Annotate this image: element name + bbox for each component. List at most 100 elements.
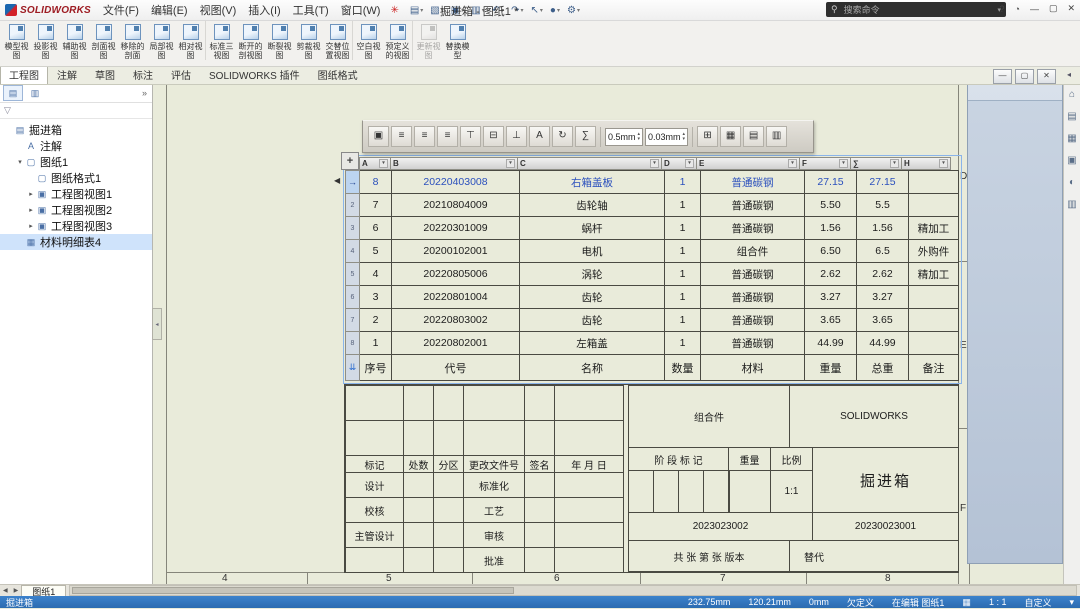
filter-funnel-icon[interactable]: ▽ [4,105,11,116]
align-right-icon[interactable]: ≡ [437,126,458,147]
cell-item-no[interactable]: 7 [360,194,392,217]
ribbon-button[interactable]: 相对视图 [176,20,206,60]
spinner-down-icon[interactable]: ▾ [638,137,641,142]
ribbon-button[interactable]: 标准三视图 [207,20,236,60]
doc-minimize-icon[interactable]: — [993,69,1012,84]
table-move-handle[interactable]: + [341,152,359,170]
ribbon-button[interactable]: 断开的剖视图 [236,20,265,60]
cell-material[interactable]: 普通碳钢 [701,194,805,217]
cell-material[interactable]: 普通碳钢 [701,217,805,240]
new-file-icon[interactable]: ▤▾ [407,5,426,16]
options-gear-icon[interactable]: ⚙▾ [564,5,583,16]
column-header[interactable]: E ▾ [696,157,800,170]
select-arrow-icon[interactable]: ↖▾ [528,5,546,16]
scrollbar-thumb[interactable] [72,587,514,594]
cell-item-no[interactable]: 4 [360,263,392,286]
ribbon-button[interactable]: 预定义的视图 [383,20,413,60]
cell-weight[interactable]: 3.65 [805,309,857,332]
column-header[interactable]: D ▾ [661,157,697,170]
cell-material[interactable]: 普通碳钢 [701,286,805,309]
tree-item[interactable]: ▢ 图纸格式1 [0,170,152,186]
row-number-cell[interactable]: 5 [346,263,360,286]
tree-item[interactable]: ▸ ▣ 工程图视图2 [0,202,152,218]
cell-total-weight[interactable]: 1.56 [857,217,909,240]
table-anchor-icon[interactable]: ▣ [368,126,389,147]
horizontal-scrollbar[interactable] [69,585,1077,596]
row-number-cell[interactable]: 2 [346,194,360,217]
cell-total-weight[interactable]: 27.15 [857,171,909,194]
cell-part-name[interactable]: 名称 [520,355,665,381]
doc-restore-icon[interactable]: ▢ [1015,69,1034,84]
cell-part-name[interactable]: 涡轮 [520,263,665,286]
ribbon-button[interactable]: 更新视图 [414,20,443,60]
command-tab[interactable]: 注解 [48,64,86,84]
command-tab[interactable]: 草图 [86,64,124,84]
table-row[interactable]: 8 1 20220802001 左箱盖 1 普通碳钢 44.99 44.99 [346,332,959,355]
table-row[interactable]: 5 4 20220805006 涡轮 1 普通碳钢 2.62 2.62 精加工 [346,263,959,286]
view-palette-icon[interactable]: ▣ [1067,155,1076,166]
cell-part-name[interactable]: 齿轮轴 [520,194,665,217]
menu-item[interactable]: 工具(T) [287,2,335,18]
command-tab[interactable]: 标注 [124,64,162,84]
column-header[interactable]: A ▾ [359,157,391,170]
ribbon-button[interactable]: 剖面视图 [89,20,118,60]
row-number-cell[interactable]: 7 [346,309,360,332]
cell-item-no[interactable]: 序号 [360,355,392,381]
cell-total-weight[interactable]: 总重 [857,355,909,381]
chevron-down-icon[interactable]: ▾ [1069,597,1074,608]
cell-weight[interactable]: 2.62 [805,263,857,286]
rotate-text-icon[interactable]: ↻ [552,126,573,147]
cell-total-weight[interactable]: 6.5 [857,240,909,263]
cell-weight[interactable]: 6.50 [805,240,857,263]
table-row[interactable]: 2 7 20210804009 齿轮轴 1 普通碳钢 5.50 5.5 [346,194,959,217]
cell-item-no[interactable]: 6 [360,217,392,240]
taskpane-collapse-icon[interactable]: ◂ [1067,70,1071,79]
ribbon-button[interactable]: 空白视图 [354,20,383,60]
status-units[interactable]: 自定义 [1024,596,1051,609]
menu-item[interactable]: 插入(I) [242,2,286,18]
cell-note[interactable] [909,332,959,355]
cell-qty[interactable]: 1 [665,240,701,263]
cell-material[interactable]: 组合件 [701,240,805,263]
cell-total-weight[interactable]: 2.62 [857,263,909,286]
row-number-cell[interactable]: 4 [346,240,360,263]
cell-part-code[interactable]: 20220805006 [392,263,520,286]
cell-part-code[interactable]: 20210804009 [392,194,520,217]
cell-note[interactable]: 外购件 [909,240,959,263]
cell-qty[interactable]: 1 [665,171,701,194]
panel-splitter-collapse[interactable]: ◂ [152,308,162,340]
cell-note[interactable] [909,309,959,332]
row-number-cell[interactable]: 3 [346,217,360,240]
column-filter-icon[interactable]: ▾ [890,159,899,168]
file-explorer-icon[interactable]: ▦ [1067,133,1076,144]
cell-part-name[interactable]: 电机 [520,240,665,263]
cell-weight[interactable]: 重量 [805,355,857,381]
cell-material[interactable]: 普通碳钢 [701,171,805,194]
cell-part-code[interactable]: 20220801004 [392,286,520,309]
cell-total-weight[interactable]: 3.65 [857,309,909,332]
column-filter-icon[interactable]: ▾ [939,159,948,168]
cell-qty[interactable]: 1 [665,286,701,309]
tree-item[interactable]: ▸ ▣ 工程图视图1 [0,186,152,202]
command-search[interactable]: ⚲ ▾ [826,2,1006,17]
cell-part-code[interactable]: 20220403008 [392,171,520,194]
cell-total-weight[interactable]: 5.5 [857,194,909,217]
cell-material[interactable]: 普通碳钢 [701,309,805,332]
cell-note[interactable]: 精加工 [909,263,959,286]
text-format-icon[interactable]: A [529,126,550,147]
featuremanager-tab-icon[interactable]: ▤ [3,85,23,101]
ribbon-button[interactable]: 模型视图 [2,20,31,60]
command-tab[interactable]: 工程图 [0,64,48,84]
table-row[interactable]: ⇊ 序号 代号 名称 数量 材料 重量 总重 备注 [346,355,959,381]
table-row[interactable]: 3 6 20220301009 蜗杆 1 普通碳钢 1.56 1.56 精加工 [346,217,959,240]
column-header[interactable]: C ▾ [517,157,662,170]
custom-properties-icon[interactable]: ▥ [1067,199,1076,210]
cell-weight[interactable]: 1.56 [805,217,857,240]
cell-part-code[interactable]: 20220802001 [392,332,520,355]
align-center-icon[interactable]: ≡ [414,126,435,147]
cell-qty[interactable]: 1 [665,332,701,355]
align-middle-icon[interactable]: ⊟ [483,126,504,147]
ribbon-button[interactable]: 剪裁视图 [294,20,323,60]
border-thickness-spinner[interactable]: 0.03mm ▴▾ [645,128,688,146]
menu-item[interactable]: 窗口(W) [335,2,387,18]
